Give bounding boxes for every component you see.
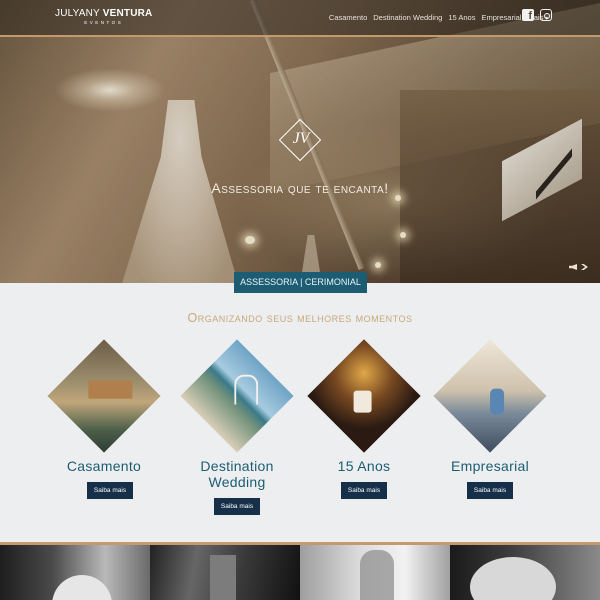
instagram-icon[interactable]	[540, 9, 552, 21]
service-image-destination-wedding[interactable]	[180, 339, 294, 453]
service-image-frame	[180, 339, 294, 453]
main-nav: Casamento Destination Wedding 15 Anos Em…	[329, 13, 548, 22]
gallery-photo[interactable]	[150, 545, 300, 600]
services-badge: ASSESSORIA | CERIMONIAL	[234, 272, 367, 293]
service-image-frame	[307, 339, 421, 453]
photo-gallery-strip	[0, 545, 600, 600]
brand-name-bold: VENTURA	[102, 8, 153, 19]
service-image-frame	[47, 339, 161, 453]
service-title: Destination Wedding	[200, 458, 274, 490]
hero-tagline: Assessoria que te encanta!	[211, 180, 389, 196]
logo-emblem-text: JV	[292, 130, 310, 147]
nav-empresarial[interactable]: Empresarial	[481, 13, 521, 22]
nav-destination-wedding[interactable]: Destination Wedding	[373, 13, 442, 22]
saiba-mais-button[interactable]: Saiba mais	[341, 482, 387, 499]
nav-casamento[interactable]: Casamento	[329, 13, 367, 22]
brand-logo[interactable]: JULYANY VENTURA EVENTOS	[55, 9, 152, 26]
page: JV Assessoria que te encanta! JULYANY VE…	[0, 0, 600, 600]
saiba-mais-button[interactable]: Saiba mais	[87, 482, 133, 499]
service-title: 15 Anos	[337, 458, 391, 474]
service-image-empresarial[interactable]	[433, 339, 547, 453]
saiba-mais-button[interactable]: Saiba mais	[214, 498, 260, 515]
brand-name: JULYANY VENTURA	[55, 9, 152, 19]
gallery-photo[interactable]	[450, 545, 600, 600]
facebook-icon[interactable]	[522, 9, 534, 22]
service-title: Casamento	[66, 458, 142, 474]
gallery-photo[interactable]	[0, 545, 150, 600]
service-image-15-anos[interactable]	[307, 339, 421, 453]
service-image-casamento[interactable]	[47, 339, 161, 453]
service-title: Empresarial	[451, 458, 529, 474]
hero-banner: JV Assessoria que te encanta!	[0, 0, 600, 283]
nav-15-anos[interactable]: 15 Anos	[448, 13, 475, 22]
gallery-photo[interactable]	[300, 545, 450, 600]
brand-name-light: JULYANY	[55, 8, 100, 19]
services-heading: Organizando seus melhores momentos	[187, 311, 413, 325]
saiba-mais-button[interactable]: Saiba mais	[467, 482, 513, 499]
service-image-frame	[433, 339, 547, 453]
top-navigation-bar: JULYANY VENTURA EVENTOS Casamento Destin…	[0, 0, 600, 36]
brand-subtitle: EVENTOS	[84, 20, 124, 25]
header-divider	[0, 35, 600, 37]
